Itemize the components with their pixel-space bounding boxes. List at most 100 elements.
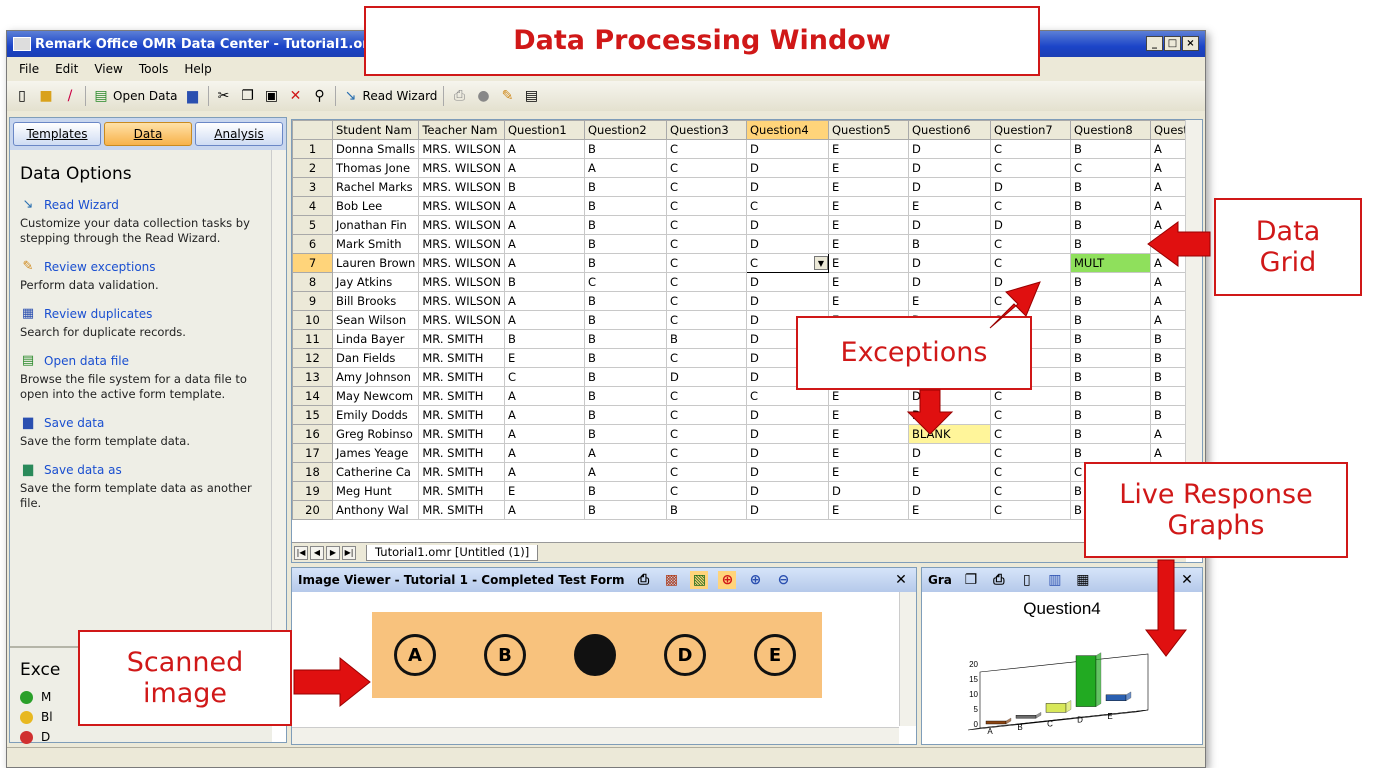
- paste-icon[interactable]: ▣: [263, 87, 281, 105]
- grid-cell[interactable]: B: [1070, 443, 1151, 463]
- grid-cell[interactable]: D: [746, 291, 829, 311]
- grid-cell[interactable]: C: [666, 348, 747, 368]
- print-icon[interactable]: ⎙: [634, 571, 652, 589]
- grid-cell[interactable]: D: [828, 481, 909, 501]
- copy-icon[interactable]: ❐: [239, 87, 257, 105]
- grid-cell[interactable]: C: [1070, 158, 1151, 178]
- grid-cell[interactable]: A: [584, 462, 667, 482]
- column-header[interactable]: Question7: [990, 120, 1071, 140]
- grid-cell[interactable]: James Yeage: [331, 443, 420, 463]
- row-number[interactable]: 5: [292, 215, 333, 235]
- grid-cell[interactable]: C ▼: [746, 253, 829, 273]
- grid-cell[interactable]: MR. SMITH: [418, 481, 505, 501]
- open-data-file-link[interactable]: ▤ Open data file: [20, 354, 262, 369]
- grid-cell[interactable]: B: [1070, 386, 1151, 406]
- grid-cell[interactable]: C: [666, 386, 747, 406]
- grid-cell[interactable]: MRS. WILSON: [418, 215, 505, 235]
- grid-cell[interactable]: A: [504, 196, 585, 216]
- row-number[interactable]: 17: [292, 443, 333, 463]
- grid-cell[interactable]: B: [1070, 215, 1151, 235]
- grid-cell[interactable]: E: [828, 291, 909, 311]
- grid-cell[interactable]: B: [584, 196, 667, 216]
- grid-cell[interactable]: C: [584, 272, 667, 292]
- review-exceptions-link[interactable]: ✎ Review exceptions: [20, 260, 262, 275]
- grid-cell[interactable]: B: [1070, 234, 1151, 254]
- grid-cell[interactable]: MR. SMITH: [418, 329, 505, 349]
- grid-cell[interactable]: MR. SMITH: [418, 500, 505, 520]
- column-header[interactable]: Student Nam: [331, 120, 420, 140]
- grid-cell[interactable]: D: [746, 177, 829, 197]
- grid-cell[interactable]: C: [990, 424, 1071, 444]
- grid-cell[interactable]: A: [584, 158, 667, 178]
- grid-cell[interactable]: Sean Wilson: [331, 310, 420, 330]
- grid-cell[interactable]: C: [666, 405, 747, 425]
- grid-cell[interactable]: C: [666, 291, 747, 311]
- grid-corner[interactable]: [292, 120, 333, 140]
- grid-cell[interactable]: Greg Robinso: [331, 424, 420, 444]
- grid-cell[interactable]: C: [666, 443, 747, 463]
- dropdown-arrow-icon[interactable]: ▼: [814, 256, 828, 270]
- grid-cell[interactable]: C: [666, 234, 747, 254]
- grid-cell[interactable]: E: [828, 462, 909, 482]
- grid-cell[interactable]: MRS. WILSON: [418, 253, 505, 273]
- image-horizontal-scrollbar[interactable]: [292, 727, 899, 744]
- grid-cell[interactable]: C: [504, 367, 585, 387]
- minimize-button[interactable]: _: [1146, 36, 1163, 51]
- row-number[interactable]: 2: [292, 158, 333, 178]
- menu-edit[interactable]: Edit: [47, 62, 86, 76]
- grid-cell[interactable]: B: [584, 253, 667, 273]
- grid-cell[interactable]: A: [504, 215, 585, 235]
- grid-cell[interactable]: B: [584, 367, 667, 387]
- grid-cell[interactable]: C: [666, 481, 747, 501]
- menu-view[interactable]: View: [86, 62, 130, 76]
- grid-cell[interactable]: E: [828, 272, 909, 292]
- column-header[interactable]: Question8: [1070, 120, 1151, 140]
- column-header[interactable]: Teacher Nam: [418, 120, 505, 140]
- grid-cell[interactable]: A: [504, 158, 585, 178]
- column-header[interactable]: Question1: [504, 120, 585, 140]
- grid-cell[interactable]: MULT: [1070, 253, 1151, 273]
- save-data-link[interactable]: ▆ Save data: [20, 416, 262, 431]
- last-sheet-button[interactable]: ▶|: [342, 545, 356, 560]
- next-sheet-button[interactable]: ▶: [326, 545, 340, 560]
- row-number[interactable]: 11: [292, 329, 333, 349]
- grid-cell[interactable]: C: [666, 196, 747, 216]
- grid-cell[interactable]: E: [828, 215, 909, 235]
- left-pane-scrollbar[interactable]: [271, 150, 286, 710]
- close-button[interactable]: ×: [1182, 36, 1199, 51]
- grid-cell[interactable]: E: [504, 481, 585, 501]
- grid-cell[interactable]: Anthony Wal: [331, 500, 420, 520]
- grid-cell[interactable]: D: [746, 234, 829, 254]
- grid-cell[interactable]: B: [1070, 291, 1151, 311]
- grid-cell[interactable]: B: [584, 234, 667, 254]
- grid-cell[interactable]: C: [990, 443, 1071, 463]
- grid-cell[interactable]: C: [990, 462, 1071, 482]
- grid-cell[interactable]: A: [584, 443, 667, 463]
- row-number[interactable]: 3: [292, 177, 333, 197]
- grid-cell[interactable]: May Newcom: [331, 386, 420, 406]
- grid-cell[interactable]: Emily Dodds: [331, 405, 420, 425]
- grid-cell[interactable]: MR. SMITH: [418, 462, 505, 482]
- grid-cell[interactable]: E: [828, 405, 909, 425]
- close-icon[interactable]: ✕: [892, 571, 910, 589]
- grid-cell[interactable]: B: [584, 329, 667, 349]
- grid-cell[interactable]: E: [828, 443, 909, 463]
- tab-analysis[interactable]: Analysis: [195, 122, 283, 146]
- row-number[interactable]: 6: [292, 234, 333, 254]
- row-number[interactable]: 13: [292, 367, 333, 387]
- grid-cell[interactable]: A: [504, 310, 585, 330]
- grid-cell[interactable]: E: [504, 348, 585, 368]
- grid-cell[interactable]: D: [908, 272, 991, 292]
- column-header[interactable]: Question6: [908, 120, 991, 140]
- stop-icon[interactable]: ●: [474, 87, 492, 105]
- grid-cell[interactable]: A: [504, 253, 585, 273]
- grid-cell[interactable]: MR. SMITH: [418, 405, 505, 425]
- grid-cell[interactable]: C: [746, 196, 829, 216]
- folder-icon[interactable]: ■: [37, 87, 55, 105]
- grid-cell[interactable]: E: [828, 234, 909, 254]
- row-number[interactable]: 9: [292, 291, 333, 311]
- grid-cell[interactable]: D: [908, 139, 991, 159]
- grid-cell[interactable]: Dan Fields: [331, 348, 420, 368]
- picture-icon[interactable]: ▧: [690, 571, 709, 589]
- grid-cell[interactable]: A: [504, 443, 585, 463]
